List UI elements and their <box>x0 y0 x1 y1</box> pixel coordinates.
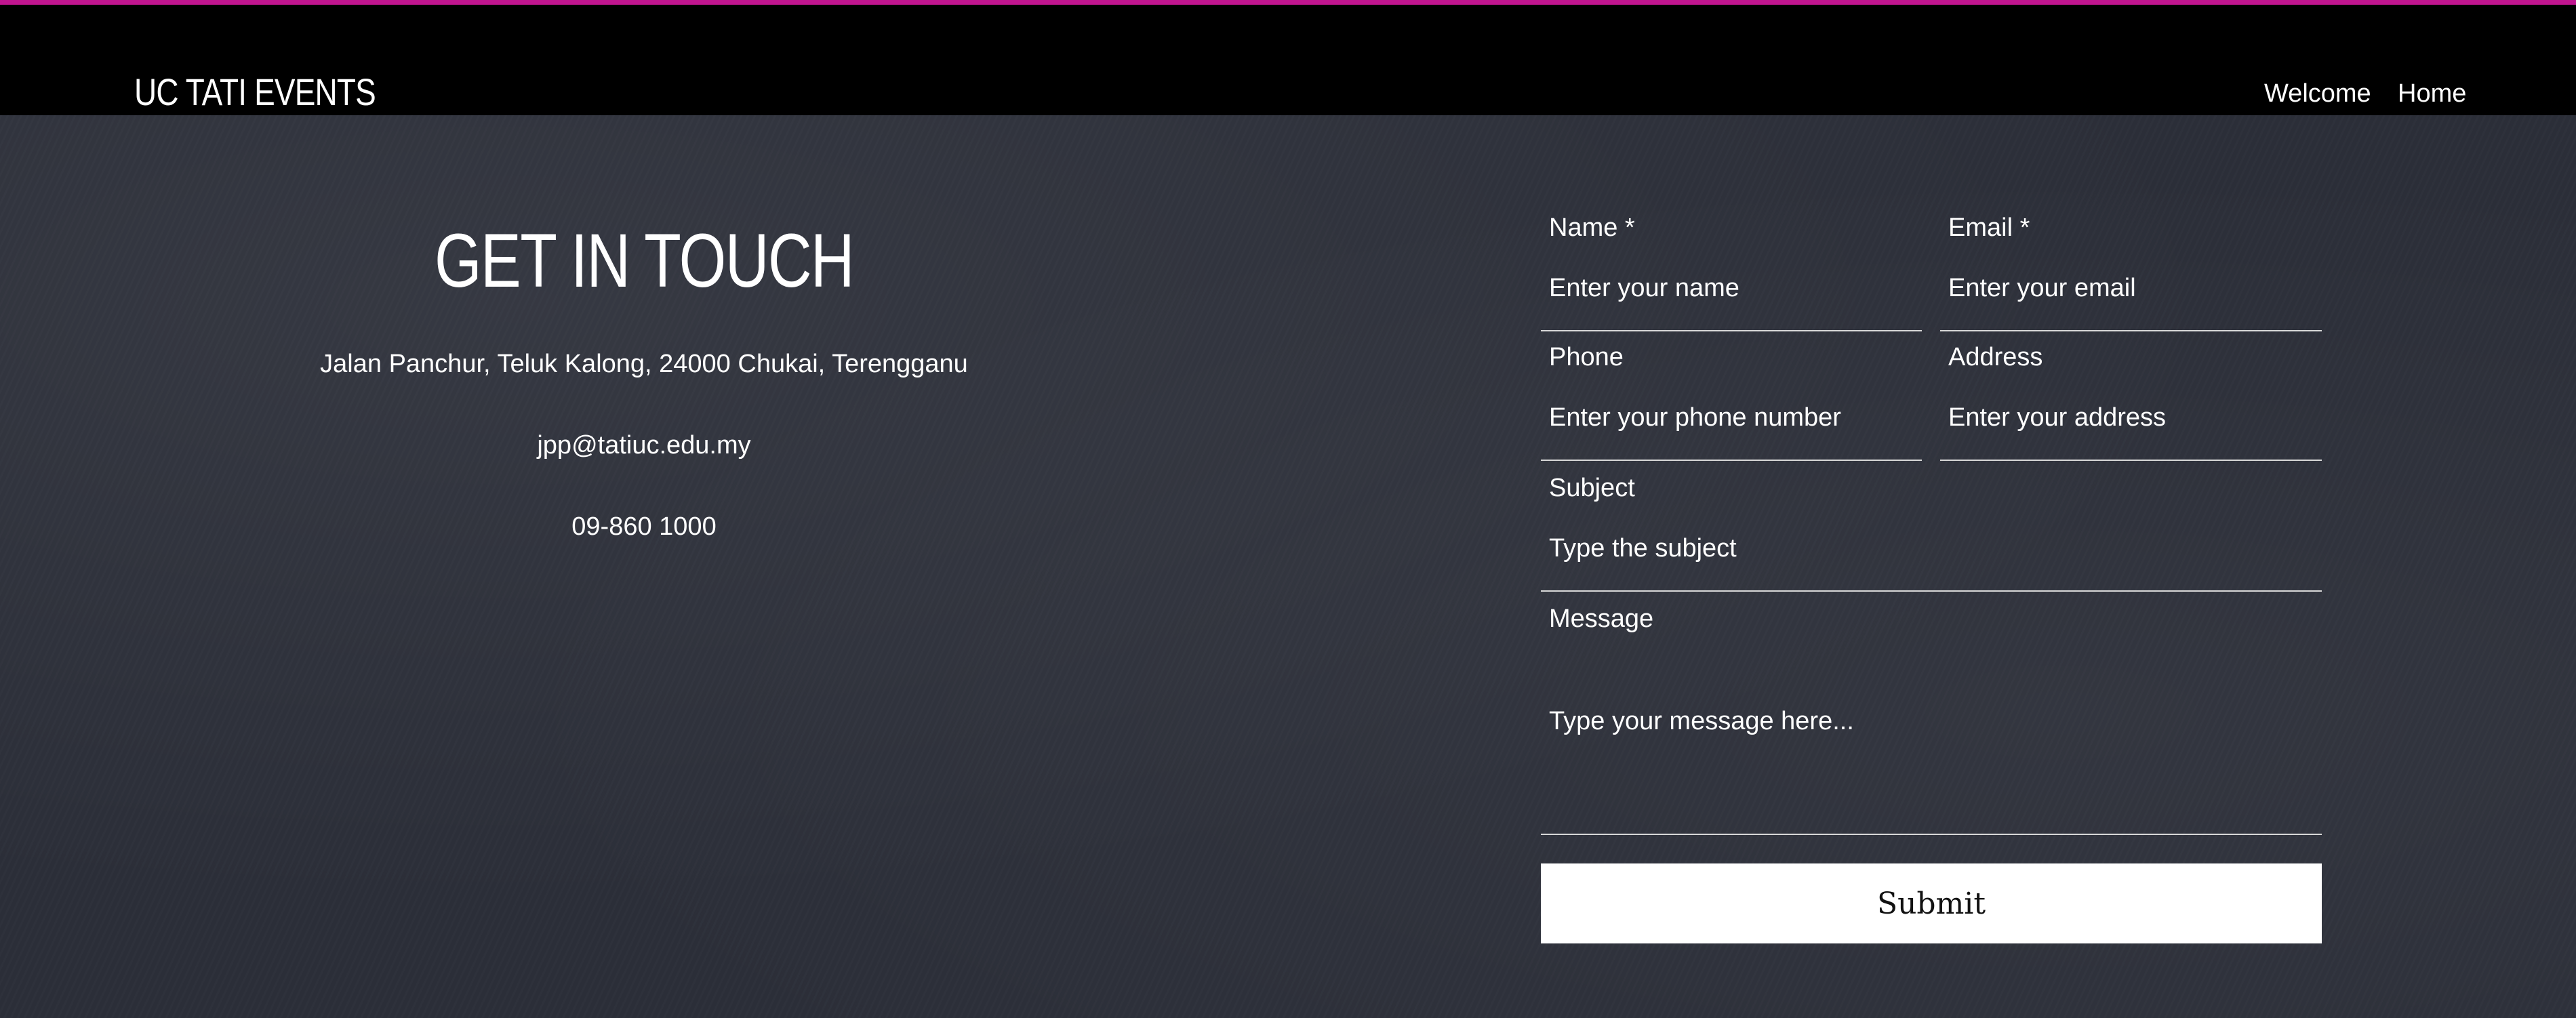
message-label: Message <box>1549 605 1654 633</box>
phone-underline <box>1541 460 1922 461</box>
name-label: Name * <box>1549 213 1635 242</box>
address-input[interactable] <box>1940 401 2322 434</box>
phone-label: Phone <box>1549 343 1624 371</box>
email-field: Email * <box>1940 203 2322 331</box>
address-underline <box>1940 460 2322 461</box>
message-underline <box>1541 834 2322 835</box>
contact-form: Name * Email * Phone Address Subject Mes… <box>1541 203 2322 949</box>
name-input[interactable] <box>1541 271 1922 305</box>
email-label: Email * <box>1948 213 2030 242</box>
subject-input[interactable] <box>1541 531 2322 565</box>
subject-field: Subject <box>1541 464 2322 592</box>
email-underline <box>1940 330 2322 331</box>
phone-input[interactable] <box>1541 401 1922 434</box>
subject-label: Subject <box>1549 474 1635 502</box>
email-input[interactable] <box>1940 271 2322 305</box>
contact-info: GET IN TOUCH Jalan Panchur, Teluk Kalong… <box>237 217 1051 541</box>
address-label: Address <box>1948 343 2043 371</box>
name-underline <box>1541 330 1922 331</box>
submit-button[interactable]: Submit <box>1541 863 2322 943</box>
subject-underline <box>1541 590 2322 592</box>
message-field: Message <box>1541 594 2322 853</box>
contact-address: Jalan Panchur, Teluk Kalong, 24000 Chuka… <box>320 350 968 378</box>
contact-email[interactable]: jpp@tatiuc.edu.my <box>237 431 1051 460</box>
name-field: Name * <box>1541 203 1922 331</box>
site-header: UC TATI EVENTS Welcome Home <box>0 0 2576 115</box>
nav-link-welcome[interactable]: Welcome <box>2264 79 2371 108</box>
address-field: Address <box>1940 333 2322 461</box>
message-textarea[interactable] <box>1541 704 2322 853</box>
site-logo-text[interactable]: UC TATI EVENTS <box>134 70 376 114</box>
page-title: GET IN TOUCH <box>434 218 855 303</box>
contact-phone: 09-860 1000 <box>571 512 717 541</box>
nav-link-home[interactable]: Home <box>2398 79 2466 108</box>
phone-field: Phone <box>1541 333 1922 461</box>
